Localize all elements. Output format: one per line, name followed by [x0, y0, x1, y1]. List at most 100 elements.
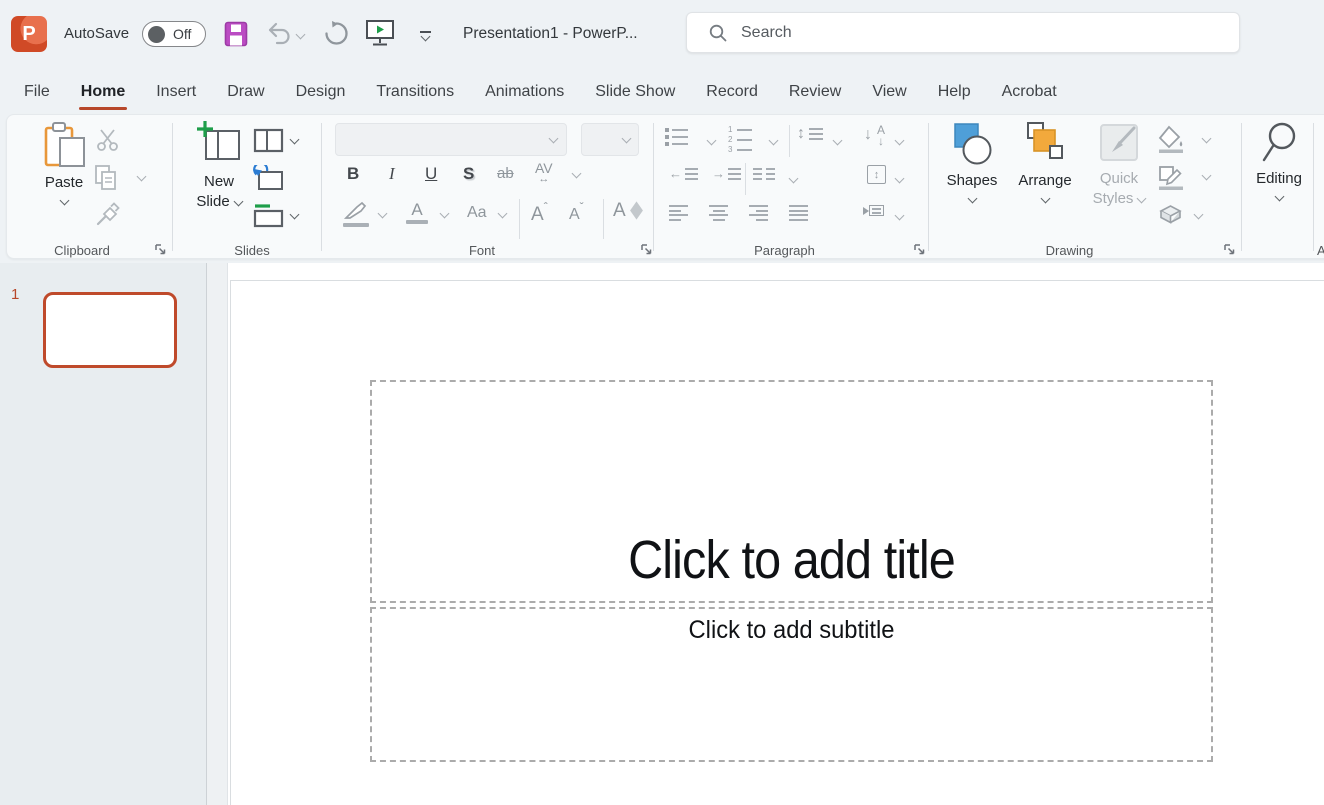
paste-dropdown-chevron-icon[interactable] — [59, 196, 69, 206]
tab-draw[interactable]: Draw — [227, 70, 264, 113]
line-spacing-button[interactable]: ↕ — [797, 126, 823, 142]
bold-button[interactable]: B — [347, 164, 359, 184]
tab-file[interactable]: File — [24, 70, 50, 113]
convert-to-smartart-button[interactable] — [863, 205, 884, 216]
undo-button[interactable] — [266, 21, 304, 47]
justify-button[interactable] — [789, 205, 808, 221]
slides-group-label: Slides — [187, 243, 317, 258]
character-spacing-button[interactable]: AV ↔ — [535, 160, 553, 183]
slide-layout-chevron-icon[interactable] — [290, 135, 300, 145]
clear-formatting-button[interactable]: A — [613, 200, 642, 222]
start-slideshow-button[interactable] — [365, 19, 395, 53]
decrease-indent-button[interactable]: ← — [669, 167, 698, 180]
customize-quick-access-toolbar-button[interactable] — [410, 20, 440, 50]
tab-home[interactable]: Home — [81, 70, 125, 113]
tab-animations[interactable]: Animations — [485, 70, 564, 113]
change-case-chevron-icon[interactable] — [498, 209, 508, 219]
subtitle-placeholder[interactable]: Click to add subtitle — [370, 607, 1213, 762]
decrease-font-size-button[interactable]: Aˇ — [569, 200, 584, 224]
line-spacing-chevron-icon[interactable] — [833, 136, 843, 146]
increase-indent-button[interactable]: → — [712, 167, 741, 180]
columns-chevron-icon[interactable] — [789, 174, 799, 184]
drawing-dialog-launcher[interactable] — [1222, 242, 1236, 256]
text-direction-chevron-icon[interactable] — [895, 136, 905, 146]
save-button[interactable] — [224, 21, 249, 53]
arrange-button[interactable]: Arrange — [1012, 121, 1078, 207]
numbering-chevron-icon[interactable] — [769, 136, 779, 146]
font-dialog-launcher[interactable] — [639, 242, 653, 256]
tab-view[interactable]: View — [872, 70, 906, 113]
increase-font-size-button[interactable]: Aˆ — [531, 200, 548, 226]
font-size-input[interactable] — [588, 129, 619, 150]
font-name-chevron-icon[interactable] — [549, 134, 559, 144]
text-shadow-button[interactable]: S — [463, 164, 474, 184]
text-highlight-color-button[interactable] — [343, 201, 369, 221]
font-name-input[interactable] — [342, 129, 538, 150]
slide-surface[interactable]: Click to add title Click to add subtitle — [230, 280, 1324, 805]
tab-help[interactable]: Help — [938, 70, 971, 113]
italic-button[interactable]: I — [389, 164, 395, 184]
group-separator — [1241, 123, 1242, 251]
tab-review[interactable]: Review — [789, 70, 841, 113]
quick-styles-button[interactable]: Quick Styles — [1087, 121, 1151, 207]
shape-fill-chevron-icon[interactable] — [1202, 134, 1212, 144]
shape-effects-button[interactable] — [1157, 203, 1184, 231]
underline-button[interactable]: U — [425, 164, 437, 184]
undo-dropdown-chevron-icon[interactable] — [296, 29, 306, 39]
section-button[interactable] — [253, 203, 284, 233]
panel-splitter[interactable] — [206, 263, 228, 805]
font-color-chevron-icon[interactable] — [440, 209, 450, 219]
powerpoint-app-icon[interactable]: P — [11, 16, 47, 52]
align-right-button[interactable] — [749, 205, 768, 221]
tab-design[interactable]: Design — [296, 70, 346, 113]
align-text-chevron-icon[interactable] — [895, 174, 905, 184]
shapes-button[interactable]: Shapes — [939, 121, 1005, 207]
shape-fill-button[interactable] — [1157, 125, 1184, 158]
paragraph-dialog-launcher[interactable] — [912, 242, 926, 256]
arrange-label: Arrange — [1012, 172, 1078, 189]
section-chevron-icon[interactable] — [290, 210, 300, 220]
numbering-button[interactable]: 1 2 3 — [728, 126, 752, 154]
strikethrough-button[interactable]: ab — [497, 165, 514, 182]
editing-button[interactable]: Editing — [1247, 121, 1311, 205]
cut-button[interactable] — [95, 127, 120, 157]
copy-button[interactable] — [94, 164, 118, 196]
smartart-chevron-icon[interactable] — [895, 211, 905, 221]
shape-outline-chevron-icon[interactable] — [1202, 171, 1212, 181]
search-input[interactable] — [741, 24, 1161, 42]
autosave-toggle[interactable]: Off — [142, 21, 206, 47]
font-size-chevron-icon[interactable] — [622, 134, 632, 144]
format-painter-button[interactable] — [95, 202, 120, 232]
align-left-button[interactable] — [669, 205, 688, 221]
tab-insert[interactable]: Insert — [156, 70, 196, 113]
shape-effects-chevron-icon[interactable] — [1194, 210, 1204, 220]
search-box[interactable] — [686, 12, 1240, 53]
text-direction-button[interactable]: ↓ A ↓ — [864, 123, 892, 153]
bullets-button[interactable] — [665, 128, 688, 146]
change-case-button[interactable]: Aa — [467, 204, 487, 222]
slide-thumbnail[interactable] — [43, 292, 177, 368]
reset-slide-button[interactable] — [253, 165, 284, 196]
title-placeholder[interactable]: Click to add title — [370, 380, 1213, 603]
save-icon — [224, 21, 249, 48]
columns-button[interactable] — [753, 168, 775, 180]
highlight-color-chevron-icon[interactable] — [378, 209, 388, 219]
paste-button[interactable]: Paste — [29, 121, 99, 209]
font-name-combobox[interactable] — [335, 123, 567, 156]
align-text-button[interactable]: ↕ — [867, 165, 886, 184]
character-spacing-chevron-icon[interactable] — [572, 169, 582, 179]
tab-record[interactable]: Record — [706, 70, 758, 113]
tab-transitions[interactable]: Transitions — [376, 70, 454, 113]
tab-acrobat[interactable]: Acrobat — [1002, 70, 1057, 113]
shape-outline-button[interactable] — [1157, 162, 1184, 195]
font-size-combobox[interactable] — [581, 123, 639, 156]
slide-layout-button[interactable] — [253, 128, 284, 158]
font-color-button[interactable]: A — [406, 200, 428, 220]
new-slide-button[interactable]: New Slide — [183, 120, 255, 210]
bullets-chevron-icon[interactable] — [707, 136, 717, 146]
clipboard-dialog-launcher[interactable] — [153, 242, 167, 256]
align-center-button[interactable] — [709, 205, 728, 221]
redo-button[interactable] — [323, 20, 350, 52]
tab-slide-show[interactable]: Slide Show — [595, 70, 675, 113]
copy-dropdown-chevron-icon[interactable] — [137, 172, 147, 182]
